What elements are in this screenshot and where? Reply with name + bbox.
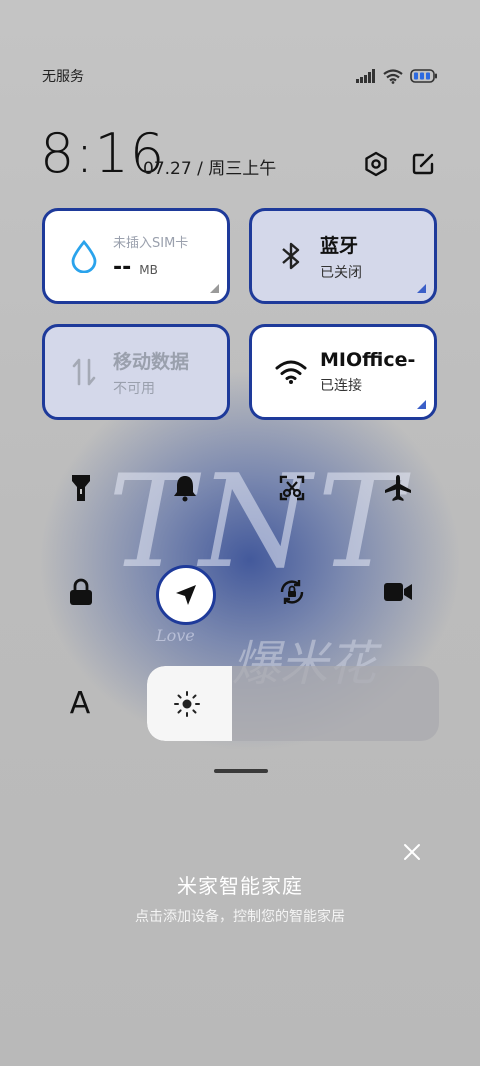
sun-icon — [174, 691, 200, 717]
mobile-data-title: 移动数据 — [113, 350, 190, 373]
location-toggle[interactable] — [156, 565, 216, 625]
data-usage-tile[interactable]: 未插入SIM卡 -- MB — [42, 208, 230, 304]
font-size-label: A — [69, 685, 91, 721]
mijia-subtitle[interactable]: 点击添加设备，控制您的智能家居 — [0, 906, 480, 926]
video-camera-icon — [384, 583, 412, 601]
location-arrow-icon — [176, 585, 196, 605]
lock-icon — [70, 578, 92, 605]
mobile-data-tile[interactable]: 移动数据 不可用 — [42, 324, 230, 420]
screenshot-icon — [279, 475, 305, 501]
rotate-lock-icon — [280, 580, 304, 604]
edit-button[interactable] — [407, 148, 439, 180]
wifi-icon — [383, 68, 403, 84]
battery-icon — [410, 69, 437, 83]
wifi-icon — [274, 355, 308, 389]
mobile-data-status: 不可用 — [113, 380, 155, 397]
data-usage-unit: MB — [139, 263, 158, 277]
wifi-status: 已连接 — [320, 378, 362, 394]
sim-status-text: 未插入SIM卡 — [113, 236, 189, 251]
water-drop-icon — [67, 239, 101, 273]
mijia-title[interactable]: 米家智能家庭 — [0, 870, 480, 899]
bluetooth-icon — [274, 239, 308, 273]
screenshot-toggle[interactable] — [270, 466, 314, 510]
screen-record-toggle[interactable] — [376, 570, 420, 614]
status-icons — [356, 68, 438, 84]
data-arrows-icon — [67, 355, 101, 389]
bluetooth-title: 蓝牙 — [320, 234, 359, 257]
brightness-slider[interactable] — [147, 666, 439, 741]
signal-icon — [356, 69, 375, 83]
bell-toggle[interactable] — [163, 466, 207, 510]
edit-icon — [412, 153, 434, 175]
wifi-tile[interactable]: MIOffice- 已连接 — [249, 324, 437, 420]
data-usage-value: -- — [113, 255, 132, 280]
wifi-network-name: MIOffice- — [320, 349, 416, 371]
mijia-close-button[interactable] — [400, 840, 424, 864]
bluetooth-status: 已关闭 — [320, 264, 362, 281]
flashlight-icon — [72, 475, 90, 501]
gear-icon — [365, 151, 387, 177]
expand-corner — [417, 284, 426, 293]
settings-button[interactable] — [360, 148, 392, 180]
bluetooth-tile[interactable]: 蓝牙 已关闭 — [249, 208, 437, 304]
close-icon — [404, 844, 420, 860]
status-bar: 无服务 — [42, 64, 438, 88]
font-size-button[interactable]: A — [58, 681, 102, 725]
rotation-lock-toggle[interactable] — [270, 570, 314, 614]
expand-corner — [417, 400, 426, 409]
lock-toggle[interactable] — [59, 570, 103, 614]
carrier-text: 无服务 — [42, 69, 84, 85]
expand-corner — [210, 284, 219, 293]
panel-drag-handle[interactable] — [214, 769, 268, 773]
bell-icon — [174, 476, 196, 502]
airplane-icon — [385, 475, 411, 501]
flashlight-toggle[interactable] — [59, 466, 103, 510]
airplane-toggle[interactable] — [376, 466, 420, 510]
wallpaper-love-text: Love — [156, 626, 195, 645]
clock-date: 07.27 / 周三上午 — [143, 159, 277, 179]
